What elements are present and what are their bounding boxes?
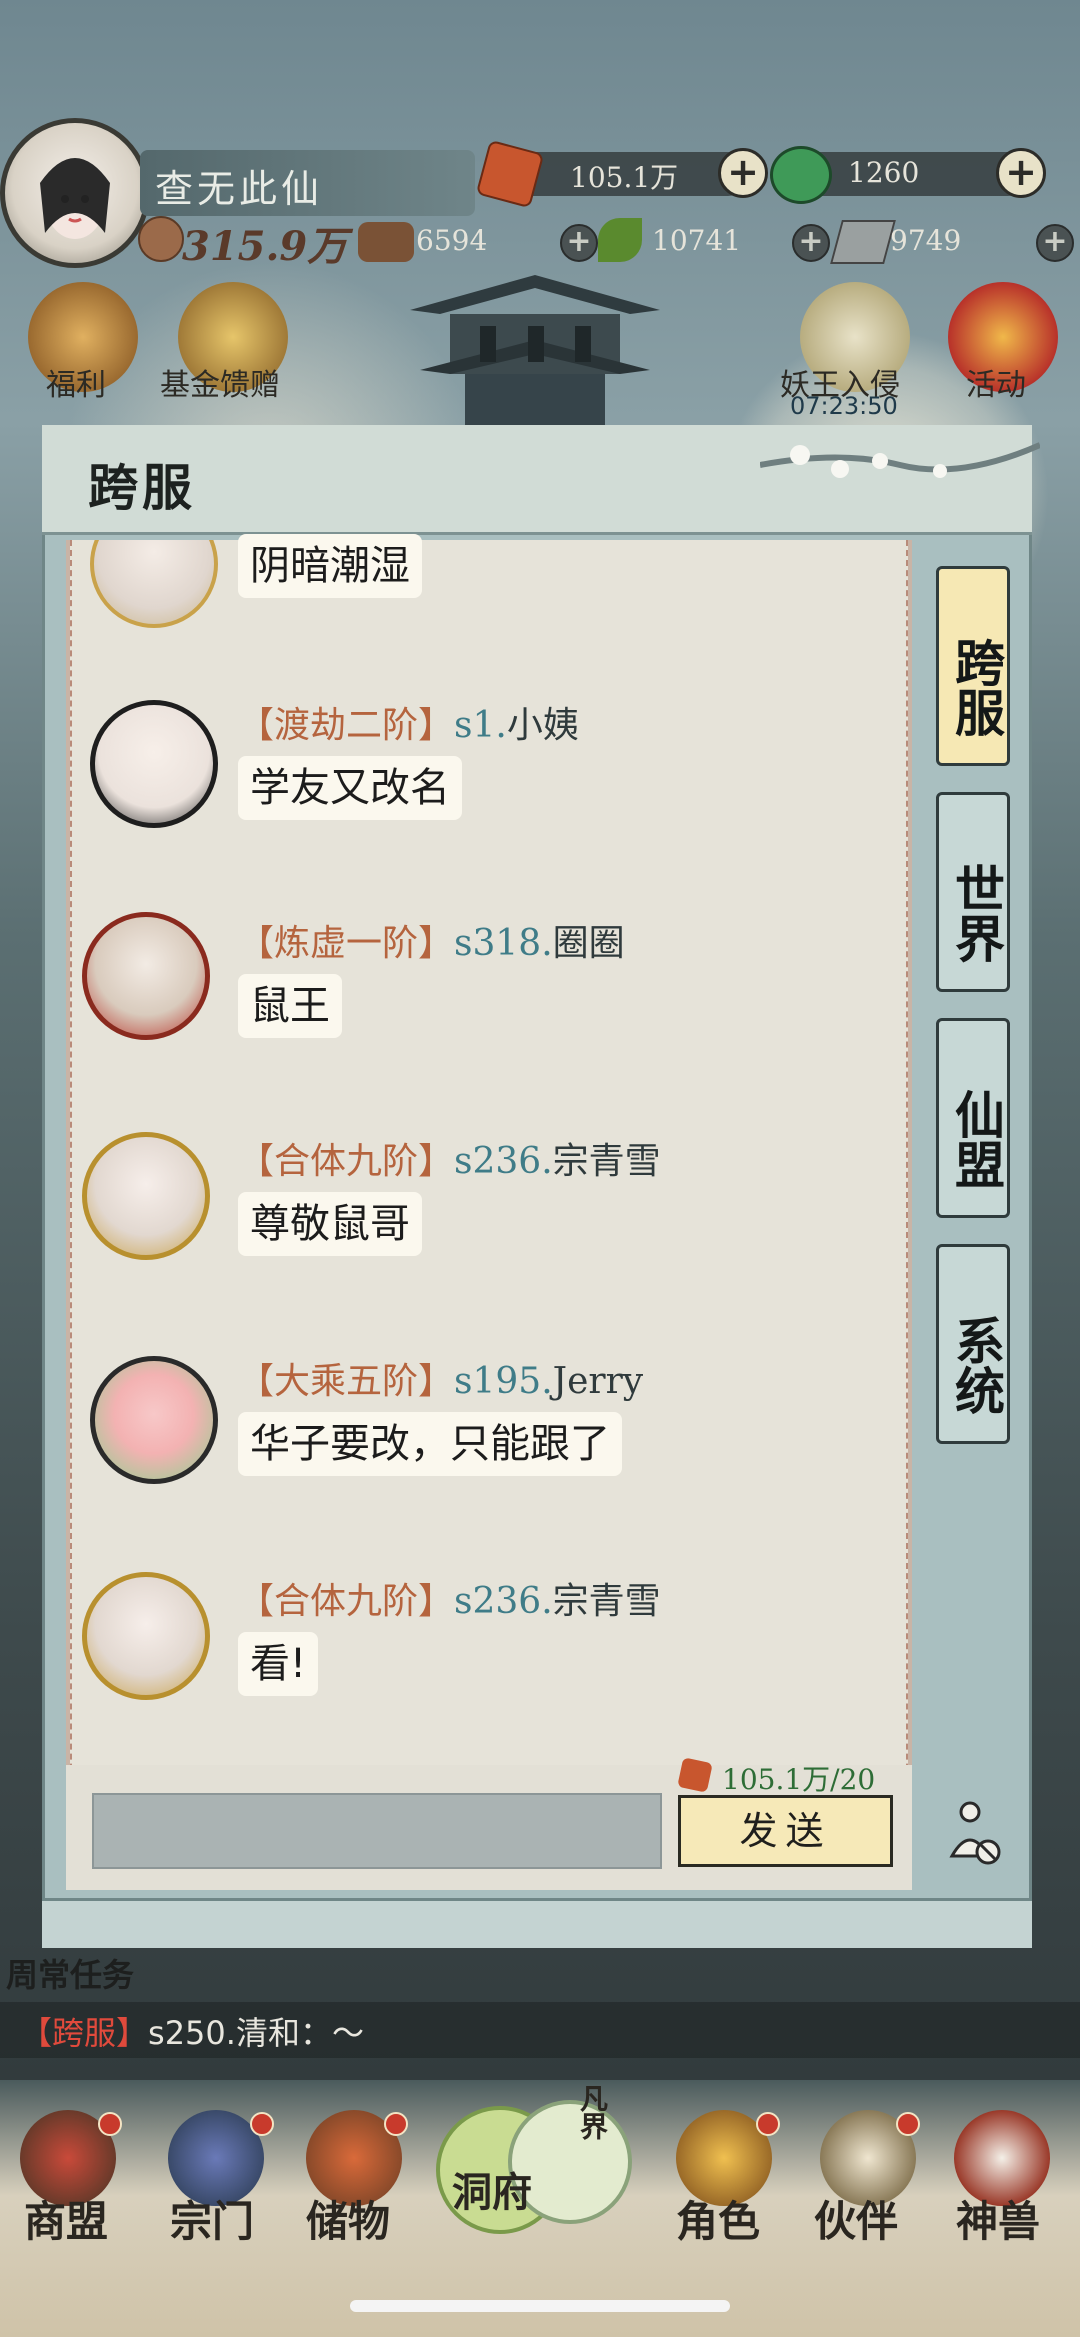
tab-cross-server[interactable]: 跨服 (936, 566, 1010, 766)
tab-system[interactable]: 系统 (936, 1244, 1010, 1444)
message-rank: 【大乘五阶】 (238, 1361, 455, 1402)
add-iron-button[interactable]: + (1036, 224, 1074, 262)
sect-alert-dot (250, 2112, 274, 2136)
add-wood-button[interactable]: + (560, 224, 598, 262)
nav-merchant-guild[interactable]: 商盟 (24, 2188, 108, 2249)
nav-storage[interactable]: 储物 (306, 2188, 390, 2249)
message-bubble: 尊敬鼠哥 (238, 1192, 422, 1256)
jade-value: 1260 (848, 156, 920, 189)
nav-companion[interactable]: 伙伴 (814, 2188, 898, 2249)
message-bubble: 阴暗潮湿 (238, 534, 422, 598)
message-bubble: 看! (238, 1632, 319, 1696)
block-user-icon[interactable] (946, 1798, 1002, 1868)
message-rank: 【合体九阶】 (238, 1581, 455, 1622)
nav-sect[interactable]: 宗门 (170, 2188, 254, 2249)
event-timer: 07:23:50 (790, 392, 898, 420)
message-avatar[interactable] (90, 700, 218, 828)
message-bubble: 学友又改名 (238, 756, 462, 820)
message-sender: 圈圈 (552, 923, 625, 964)
weekly-task-label[interactable]: 周常任务 (6, 1950, 134, 1996)
message-avatar[interactable] (82, 1572, 210, 1700)
chat-ticker[interactable]: 【跨服】s250.清和：～ (20, 2008, 364, 2054)
spirit-stone-cost-icon (677, 1757, 713, 1793)
message-header: 【渡劫二阶】s1.小姨 (238, 696, 579, 748)
message-header: 【合体九阶】s236.宗青雪 (238, 1132, 661, 1184)
chat-input[interactable] (92, 1793, 662, 1869)
message-header: 【大乘五阶】s195.Jerry (238, 1352, 643, 1404)
message-avatar[interactable] (82, 912, 210, 1040)
nav-cave[interactable]: 洞府 (452, 2160, 532, 2218)
merchant-alert-dot (98, 2112, 122, 2136)
spirit-stone-value: 105.1万 (570, 161, 679, 194)
message-sender: 宗青雪 (552, 1141, 661, 1182)
chat-panel-footer (42, 1898, 1032, 1948)
nav-mortal-realm[interactable]: 凡界 (572, 2084, 612, 2140)
add-herb-button[interactable]: + (792, 224, 830, 262)
fund-gift-label: 基金馈赠 (160, 368, 280, 403)
message-header: 【炼虚一阶】s318.圈圈 (238, 914, 625, 966)
add-spirit-stone-button[interactable]: + (718, 148, 768, 198)
player-name: 查无此仙 (155, 167, 324, 211)
player-avatar[interactable] (0, 118, 150, 268)
wood-icon (358, 222, 414, 262)
welfare-label: 福利 (46, 368, 106, 403)
chat-panel-title: 跨服 (88, 458, 196, 517)
message-rank: 【渡劫二阶】 (238, 705, 455, 746)
message-rank: 【炼虚一阶】 (238, 923, 455, 964)
jade-icon (770, 146, 832, 204)
message-avatar[interactable] (82, 1132, 210, 1260)
player-portrait-icon (40, 158, 110, 239)
iron-icon (830, 220, 896, 264)
nav-character[interactable]: 角色 (676, 2188, 760, 2249)
send-button[interactable]: 发送 (678, 1795, 893, 1867)
ticker-channel: 【跨服】 (20, 2014, 149, 2052)
wood-value: 6594 (416, 224, 488, 257)
player-power: 315.9万 (182, 223, 348, 270)
nav-divine-beast[interactable]: 神兽 (956, 2188, 1040, 2249)
message-server: s236. (454, 1581, 553, 1622)
message-rank: 【合体九阶】 (238, 1141, 455, 1182)
message-sender: 宗青雪 (552, 1581, 661, 1622)
message-server: s1. (454, 705, 507, 746)
companion-alert-dot (896, 2112, 920, 2136)
storage-alert-dot (384, 2112, 408, 2136)
message-header: 【合体九阶】s236.宗青雪 (238, 1572, 661, 1624)
message-bubble: 鼠王 (238, 974, 342, 1038)
power-icon (138, 216, 184, 262)
message-sender: Jerry (552, 1361, 644, 1402)
message-server: s195. (454, 1361, 553, 1402)
message-bubble: 华子要改，只能跟了 (238, 1412, 622, 1476)
message-sender: 小姨 (506, 705, 579, 746)
activity-label: 活动 (966, 368, 1026, 403)
tab-world[interactable]: 世界 (936, 792, 1010, 992)
herb-icon (598, 218, 642, 262)
home-indicator[interactable] (350, 2300, 730, 2312)
spirit-stone-icon (475, 139, 545, 209)
herb-value: 10741 (652, 224, 742, 257)
tab-alliance[interactable]: 仙盟 (936, 1018, 1010, 1218)
character-alert-dot (756, 2112, 780, 2136)
plum-branch-decoration (760, 442, 1040, 478)
add-jade-button[interactable]: + (996, 148, 1046, 198)
ticker-message: s250.清和：～ (148, 2014, 364, 2052)
pavilion-illustration (410, 275, 660, 430)
message-avatar[interactable] (90, 1356, 218, 1484)
message-server: s236. (454, 1141, 553, 1182)
iron-value: 9749 (890, 224, 962, 257)
message-server: s318. (454, 923, 553, 964)
message-cost: 105.1万/20 (722, 1763, 876, 1796)
